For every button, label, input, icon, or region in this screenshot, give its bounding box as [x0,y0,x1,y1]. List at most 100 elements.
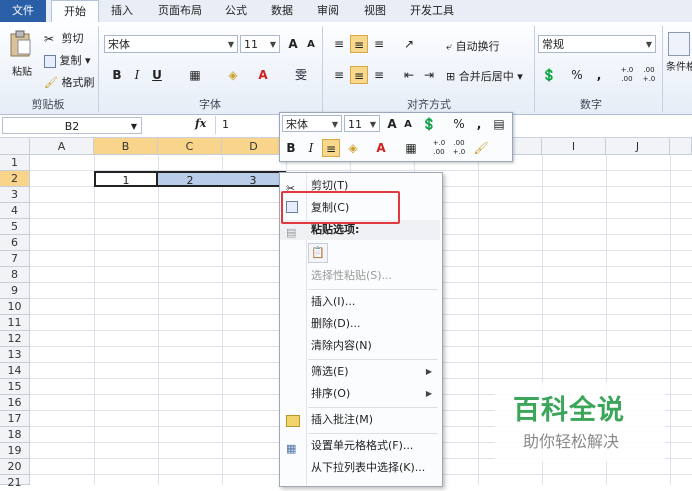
conditional-format-button[interactable]: 条件格 [666,30,692,90]
align-middle-button[interactable]: ≡ [350,35,368,53]
format-painter-button[interactable]: 🖌 格式刷 [44,74,95,90]
cell-b2[interactable]: 1 [94,171,158,187]
paste-button[interactable]: 粘贴 [8,30,36,78]
menu-item-insert[interactable]: 插入(I)... [280,292,440,312]
italic-button[interactable]: I [128,66,146,84]
mini-font-combo[interactable]: 宋体 ▼ [282,115,342,132]
column-header[interactable]: C [158,138,222,155]
row-header[interactable]: 10 [0,299,30,315]
number-format-combo[interactable]: 常规 ▼ [538,35,656,53]
row-header[interactable]: 4 [0,203,30,219]
tab-page-layout[interactable]: 页面布局 [152,0,208,22]
row-header[interactable]: 19 [0,443,30,459]
mini-center-button[interactable]: ≡ [322,139,340,157]
tab-view[interactable]: 视图 [358,0,392,22]
phonetic-button[interactable]: 雯 [292,66,310,84]
tab-formulas[interactable]: 公式 [220,0,252,22]
menu-item-format-cells[interactable]: ▦ 设置单元格格式(F)... [280,436,440,456]
cell-c2[interactable]: 2 [158,171,222,187]
mini-italic-button[interactable]: I [302,139,320,157]
select-all-corner[interactable] [0,138,30,155]
merge-center-button[interactable]: ⊞ 合并后居中 ▾ [446,68,523,84]
mini-fill-button[interactable]: ◈ [344,139,362,157]
row-header[interactable]: 9 [0,283,30,299]
border-button[interactable]: ▦ [186,66,204,84]
currency-button[interactable]: 💲 [540,66,558,84]
column-header[interactable]: I [542,138,606,155]
row-header[interactable]: 7 [0,251,30,267]
row-header[interactable]: 1 [0,155,30,171]
tab-review[interactable]: 审阅 [311,0,345,22]
row-header[interactable]: 17 [0,411,30,427]
row-header[interactable]: 15 [0,379,30,395]
row-header[interactable]: 2 [0,171,30,187]
increase-decimal-button[interactable]: +.0 .00 [618,66,636,84]
cut-button[interactable]: ✂ 剪切 [44,30,84,46]
menu-item-insert-comment[interactable]: 插入批注(M) [280,410,440,430]
mini-number-format-button[interactable]: 💲 [420,115,438,133]
tab-insert[interactable]: 插入 [106,0,138,22]
row-header[interactable]: 20 [0,459,30,475]
column-header[interactable]: B [94,138,158,155]
paste-option-button[interactable]: 📋 [308,243,328,263]
row-header[interactable]: 16 [0,395,30,411]
font-color-button[interactable]: A [254,66,272,84]
tab-data[interactable]: 数据 [265,0,299,22]
mini-inc-decimal-button[interactable]: +.0.00 [430,139,448,157]
menu-item-pick-list[interactable]: 从下拉列表中选择(K)... [280,458,440,478]
row-header[interactable]: 3 [0,187,30,203]
menu-item-clear[interactable]: 清除内容(N) [280,336,440,356]
row-header[interactable]: 13 [0,347,30,363]
decrease-decimal-button[interactable]: .00 +.0 [640,66,658,84]
row-header[interactable]: 18 [0,427,30,443]
row-header[interactable]: 5 [0,219,30,235]
name-box[interactable]: B2 ▼ [2,117,142,134]
mini-size-combo[interactable]: 11 ▼ [344,115,380,132]
bold-button[interactable]: B [108,66,126,84]
row-header[interactable]: 11 [0,315,30,331]
font-name-combo[interactable]: 宋体 ▼ [104,35,238,53]
copy-button[interactable]: 复制 ▾ [44,52,91,68]
mini-comma-button[interactable]: , [470,115,488,133]
menu-item-paste-special[interactable]: 选择性粘贴(S)... [280,266,440,286]
decrease-indent-button[interactable]: ⇤ [400,66,418,84]
tab-file[interactable]: 文件 [0,0,46,22]
fx-button[interactable]: fx [195,117,206,130]
align-right-button[interactable]: ≡ [370,66,388,84]
column-header[interactable]: A [30,138,94,155]
column-header[interactable]: J [606,138,670,155]
tab-developer[interactable]: 开发工具 [404,0,460,22]
mini-format-painter-button[interactable]: 🖌 [472,139,490,157]
orientation-button[interactable]: ↗ [400,35,418,53]
percent-button[interactable]: % [568,66,586,84]
wrap-text-button[interactable]: ⤶ 自动换行 [446,38,500,54]
mini-format-table-button[interactable]: ▤ [490,115,508,133]
row-header[interactable]: 14 [0,363,30,379]
column-header[interactable] [670,138,692,155]
row-header[interactable]: 8 [0,267,30,283]
grow-font-button[interactable]: A [284,35,302,53]
shrink-font-button[interactable]: A [302,36,320,54]
column-header[interactable]: D [222,138,286,155]
cell-d2[interactable]: 3 [222,171,286,187]
row-header[interactable]: 12 [0,331,30,347]
align-bottom-button[interactable]: ≡ [370,35,388,53]
row-header[interactable]: 21 [0,475,30,489]
font-size-combo[interactable]: 11 ▼ [240,35,280,53]
align-top-button[interactable]: ≡ [330,35,348,53]
align-center-button[interactable]: ≡ [350,66,368,84]
increase-indent-button[interactable]: ⇥ [420,66,438,84]
tab-home[interactable]: 开始 [51,0,99,23]
comma-button[interactable]: , [590,66,608,84]
menu-item-delete[interactable]: 删除(D)... [280,314,440,334]
underline-button[interactable]: U [148,66,166,84]
mini-shrink-font-button[interactable]: A [399,116,417,134]
mini-font-color-button[interactable]: A [372,139,390,157]
mini-border-button[interactable]: ▦ [402,139,420,157]
mini-bold-button[interactable]: B [282,139,300,157]
align-left-button[interactable]: ≡ [330,66,348,84]
mini-percent-button[interactable]: % [450,115,468,133]
row-header[interactable]: 6 [0,235,30,251]
fill-color-button[interactable]: ◈ [224,66,242,84]
mini-dec-decimal-button[interactable]: .00 +.0 [450,139,468,157]
